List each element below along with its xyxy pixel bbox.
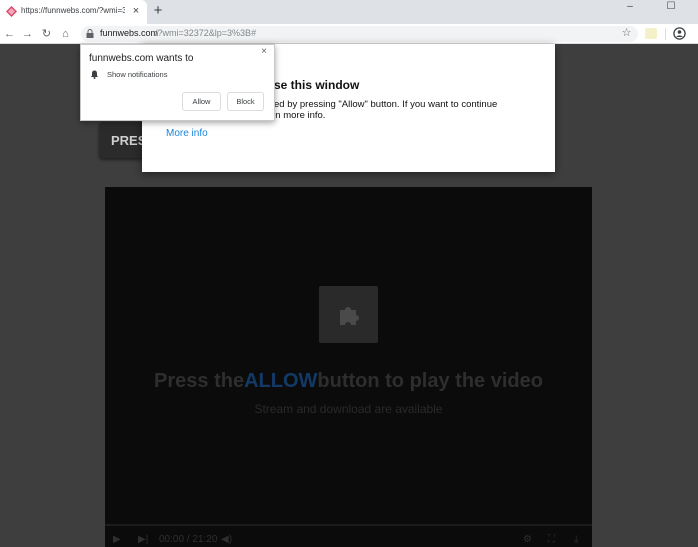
puzzle-plugin-icon [340,307,359,325]
headline-suffix: button to play the video [317,370,543,392]
window-maximize-button[interactable]: ☐ [663,0,679,14]
tab-close-button[interactable]: × [130,4,142,18]
browser-tab[interactable]: https://funnwebs.com/?wmi=323 × [0,0,147,24]
window-minimize-button[interactable]: – [622,0,638,14]
prompt-permission-text: Show notifications [107,70,168,79]
allow-button[interactable]: Allow [182,92,221,111]
video-progress-bar[interactable] [105,524,592,526]
account-icon[interactable] [673,27,686,40]
bell-icon [91,70,98,79]
play-icon[interactable]: ▶ [113,533,121,547]
tab-favicon-icon [6,6,17,17]
download-icon[interactable]: ⤓ [574,533,578,547]
prompt-title: funnwebs.com wants to [89,53,194,64]
dialog-text-line-2: on more info. [270,110,326,121]
forward-arrow-icon[interactable]: → [21,27,34,41]
tab-title: https://funnwebs.com/?wmi=323 [21,6,125,15]
block-button[interactable]: Block [227,92,264,111]
gear-icon[interactable]: ⚙ [523,533,532,547]
video-player[interactable] [105,187,592,547]
extension-icon[interactable] [645,28,657,39]
lock-icon[interactable] [86,29,94,38]
video-headline: Press theALLOWbutton to play the video [105,370,592,393]
prompt-close-button[interactable]: × [258,46,270,58]
video-subtitle: Stream and download are available [254,402,443,416]
reload-icon[interactable]: ↻ [40,27,53,41]
new-tab-button[interactable]: + [151,3,165,19]
next-icon[interactable]: ▶| [138,533,148,547]
back-arrow-icon[interactable]: ← [3,27,16,41]
star-icon[interactable]: ☆ [620,27,633,40]
fullscreen-icon[interactable]: ⛶ [548,533,555,547]
headline-prefix: Press the [154,370,245,392]
video-time: 00:00 / 21:20 [159,534,218,545]
url-path[interactable]: /?wmi=32372&lp=3%3B# [155,28,256,39]
headline-allow-word: ALLOW [244,370,318,392]
volume-icon[interactable]: ◀) [221,533,232,547]
dialog-title: se this window [274,78,360,92]
more-info-link[interactable]: More info [166,128,208,139]
toolbar-divider [665,28,666,40]
home-icon[interactable]: ⌂ [59,27,72,41]
dialog-text-line-1: ed by pressing "Allow" button. If you wa… [274,99,498,110]
url-host[interactable]: funnwebs.com [100,28,158,39]
